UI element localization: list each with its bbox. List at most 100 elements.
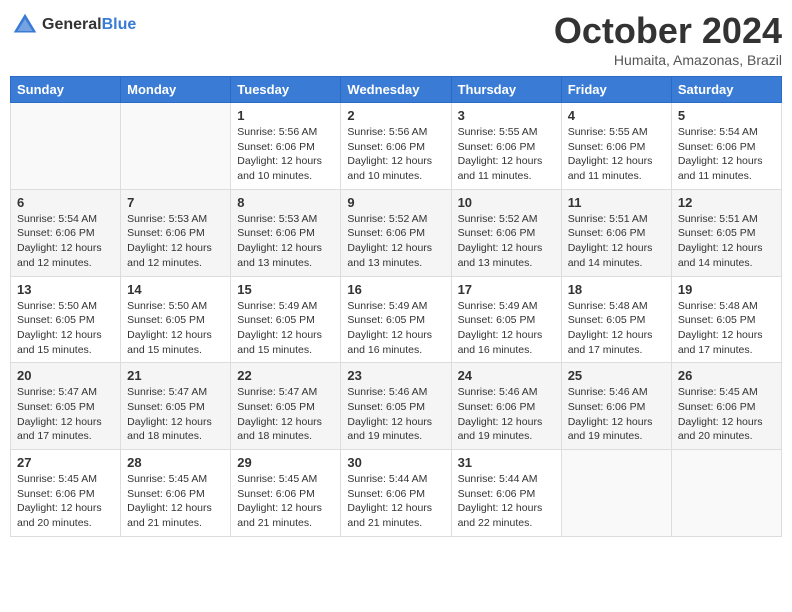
day-header-sunday: Sunday bbox=[11, 77, 121, 103]
calendar-cell bbox=[11, 103, 121, 190]
day-number: 24 bbox=[458, 368, 555, 383]
day-number: 29 bbox=[237, 455, 334, 470]
day-info: Sunrise: 5:51 AM Sunset: 6:05 PM Dayligh… bbox=[678, 212, 775, 271]
day-info: Sunrise: 5:50 AM Sunset: 6:05 PM Dayligh… bbox=[17, 299, 114, 358]
day-info: Sunrise: 5:45 AM Sunset: 6:06 PM Dayligh… bbox=[127, 472, 224, 531]
calendar-cell: 16Sunrise: 5:49 AM Sunset: 6:05 PM Dayli… bbox=[341, 276, 451, 363]
calendar-cell bbox=[121, 103, 231, 190]
day-number: 20 bbox=[17, 368, 114, 383]
calendar-cell: 8 Sunrise: 5:53 AM Sunset: 6:06 PM Daylig… bbox=[231, 189, 341, 276]
day-header-thursday: Thursday bbox=[451, 77, 561, 103]
day-number: 8 bbox=[237, 195, 334, 210]
day-number: 28 bbox=[127, 455, 224, 470]
day-info: Sunrise: 5:45 AM Sunset: 6:06 PM Dayligh… bbox=[17, 472, 114, 531]
day-number: 9 bbox=[347, 195, 444, 210]
day-header-monday: Monday bbox=[121, 77, 231, 103]
day-info: Sunrise: 5:55 AM Sunset: 6:06 PM Dayligh… bbox=[568, 125, 665, 184]
calendar-cell: 13Sunrise: 5:50 AM Sunset: 6:05 PM Dayli… bbox=[11, 276, 121, 363]
day-info: Sunrise: 5:46 AM Sunset: 6:05 PM Dayligh… bbox=[347, 385, 444, 444]
day-info: Sunrise: 5:47 AM Sunset: 6:05 PM Dayligh… bbox=[127, 385, 224, 444]
calendar-cell: 4 Sunrise: 5:55 AM Sunset: 6:06 PM Daylig… bbox=[561, 103, 671, 190]
day-info: Sunrise: 5:49 AM Sunset: 6:05 PM Dayligh… bbox=[237, 299, 334, 358]
calendar-cell: 15 Sunrise: 5:49 AM Sunset: 6:05 PM Dayli… bbox=[231, 276, 341, 363]
week-row-3: 13Sunrise: 5:50 AM Sunset: 6:05 PM Dayli… bbox=[11, 276, 782, 363]
day-info: Sunrise: 5:45 AM Sunset: 6:06 PM Dayligh… bbox=[237, 472, 334, 531]
location-subtitle: Humaita, Amazonas, Brazil bbox=[554, 52, 782, 68]
day-number: 21 bbox=[127, 368, 224, 383]
day-info: Sunrise: 5:53 AM Sunset: 6:06 PM Dayligh… bbox=[127, 212, 224, 271]
calendar-cell: 23 Sunrise: 5:46 AM Sunset: 6:05 PM Dayli… bbox=[341, 363, 451, 450]
calendar-cell: 7 Sunrise: 5:53 AM Sunset: 6:06 PM Daylig… bbox=[121, 189, 231, 276]
day-info: Sunrise: 5:44 AM Sunset: 6:06 PM Dayligh… bbox=[347, 472, 444, 531]
day-info: Sunrise: 5:46 AM Sunset: 6:06 PM Dayligh… bbox=[568, 385, 665, 444]
day-header-friday: Friday bbox=[561, 77, 671, 103]
calendar-cell: 24 Sunrise: 5:46 AM Sunset: 6:06 PM Dayli… bbox=[451, 363, 561, 450]
day-number: 6 bbox=[17, 195, 114, 210]
calendar-cell: 10 Sunrise: 5:52 AM Sunset: 6:06 PM Dayli… bbox=[451, 189, 561, 276]
day-header-wednesday: Wednesday bbox=[341, 77, 451, 103]
day-number: 2 bbox=[347, 108, 444, 123]
calendar-cell: 27Sunrise: 5:45 AM Sunset: 6:06 PM Dayli… bbox=[11, 450, 121, 537]
day-info: Sunrise: 5:50 AM Sunset: 6:05 PM Dayligh… bbox=[127, 299, 224, 358]
day-info: Sunrise: 5:47 AM Sunset: 6:05 PM Dayligh… bbox=[17, 385, 114, 444]
day-number: 4 bbox=[568, 108, 665, 123]
calendar-cell: 20 Sunrise: 5:47 AM Sunset: 6:05 PM Dayli… bbox=[11, 363, 121, 450]
calendar-cell bbox=[561, 450, 671, 537]
calendar-cell: 31 Sunrise: 5:44 AM Sunset: 6:06 PM Dayli… bbox=[451, 450, 561, 537]
logo-text: GeneralBlue bbox=[42, 16, 136, 34]
month-title: October 2024 bbox=[554, 10, 782, 52]
week-row-4: 20 Sunrise: 5:47 AM Sunset: 6:05 PM Dayli… bbox=[11, 363, 782, 450]
day-info: Sunrise: 5:53 AM Sunset: 6:06 PM Dayligh… bbox=[237, 212, 334, 271]
calendar-cell bbox=[671, 450, 781, 537]
calendar-cell: 26Sunrise: 5:45 AM Sunset: 6:06 PM Dayli… bbox=[671, 363, 781, 450]
calendar-cell: 9Sunrise: 5:52 AM Sunset: 6:06 PM Daylig… bbox=[341, 189, 451, 276]
day-number: 15 bbox=[237, 282, 334, 297]
day-header-tuesday: Tuesday bbox=[231, 77, 341, 103]
calendar-cell: 30Sunrise: 5:44 AM Sunset: 6:06 PM Dayli… bbox=[341, 450, 451, 537]
calendar-cell: 18 Sunrise: 5:48 AM Sunset: 6:05 PM Dayli… bbox=[561, 276, 671, 363]
calendar-cell: 12 Sunrise: 5:51 AM Sunset: 6:05 PM Dayli… bbox=[671, 189, 781, 276]
calendar-body: 1Sunrise: 5:56 AM Sunset: 6:06 PM Daylig… bbox=[11, 103, 782, 537]
day-number: 3 bbox=[458, 108, 555, 123]
calendar-cell: 11 Sunrise: 5:51 AM Sunset: 6:06 PM Dayli… bbox=[561, 189, 671, 276]
day-header-saturday: Saturday bbox=[671, 77, 781, 103]
calendar-cell: 29 Sunrise: 5:45 AM Sunset: 6:06 PM Dayli… bbox=[231, 450, 341, 537]
day-info: Sunrise: 5:56 AM Sunset: 6:06 PM Dayligh… bbox=[347, 125, 444, 184]
day-info: Sunrise: 5:47 AM Sunset: 6:05 PM Dayligh… bbox=[237, 385, 334, 444]
calendar-cell: 21 Sunrise: 5:47 AM Sunset: 6:05 PM Dayli… bbox=[121, 363, 231, 450]
day-info: Sunrise: 5:54 AM Sunset: 6:06 PM Dayligh… bbox=[17, 212, 114, 271]
calendar-header: SundayMondayTuesdayWednesdayThursdayFrid… bbox=[11, 77, 782, 103]
day-info: Sunrise: 5:55 AM Sunset: 6:06 PM Dayligh… bbox=[458, 125, 555, 184]
day-info: Sunrise: 5:51 AM Sunset: 6:06 PM Dayligh… bbox=[568, 212, 665, 271]
day-number: 31 bbox=[458, 455, 555, 470]
day-info: Sunrise: 5:46 AM Sunset: 6:06 PM Dayligh… bbox=[458, 385, 555, 444]
day-info: Sunrise: 5:52 AM Sunset: 6:06 PM Dayligh… bbox=[458, 212, 555, 271]
logo: GeneralBlue bbox=[10, 10, 136, 40]
day-info: Sunrise: 5:48 AM Sunset: 6:05 PM Dayligh… bbox=[678, 299, 775, 358]
day-number: 16 bbox=[347, 282, 444, 297]
calendar-cell: 6 Sunrise: 5:54 AM Sunset: 6:06 PM Daylig… bbox=[11, 189, 121, 276]
week-row-5: 27Sunrise: 5:45 AM Sunset: 6:06 PM Dayli… bbox=[11, 450, 782, 537]
day-number: 11 bbox=[568, 195, 665, 210]
calendar-cell: 25 Sunrise: 5:46 AM Sunset: 6:06 PM Dayli… bbox=[561, 363, 671, 450]
calendar-cell: 17Sunrise: 5:49 AM Sunset: 6:05 PM Dayli… bbox=[451, 276, 561, 363]
page-header: GeneralBlue October 2024 Humaita, Amazon… bbox=[10, 10, 782, 68]
day-number: 23 bbox=[347, 368, 444, 383]
day-info: Sunrise: 5:44 AM Sunset: 6:06 PM Dayligh… bbox=[458, 472, 555, 531]
day-number: 18 bbox=[568, 282, 665, 297]
day-number: 12 bbox=[678, 195, 775, 210]
day-info: Sunrise: 5:54 AM Sunset: 6:06 PM Dayligh… bbox=[678, 125, 775, 184]
calendar-cell: 22Sunrise: 5:47 AM Sunset: 6:05 PM Dayli… bbox=[231, 363, 341, 450]
calendar-cell: 2 Sunrise: 5:56 AM Sunset: 6:06 PM Daylig… bbox=[341, 103, 451, 190]
calendar-table: SundayMondayTuesdayWednesdayThursdayFrid… bbox=[10, 76, 782, 537]
day-number: 25 bbox=[568, 368, 665, 383]
day-number: 5 bbox=[678, 108, 775, 123]
day-number: 7 bbox=[127, 195, 224, 210]
calendar-cell: 19Sunrise: 5:48 AM Sunset: 6:05 PM Dayli… bbox=[671, 276, 781, 363]
day-info: Sunrise: 5:49 AM Sunset: 6:05 PM Dayligh… bbox=[458, 299, 555, 358]
week-row-2: 6 Sunrise: 5:54 AM Sunset: 6:06 PM Daylig… bbox=[11, 189, 782, 276]
day-info: Sunrise: 5:48 AM Sunset: 6:05 PM Dayligh… bbox=[568, 299, 665, 358]
day-number: 10 bbox=[458, 195, 555, 210]
day-number: 26 bbox=[678, 368, 775, 383]
day-number: 14 bbox=[127, 282, 224, 297]
